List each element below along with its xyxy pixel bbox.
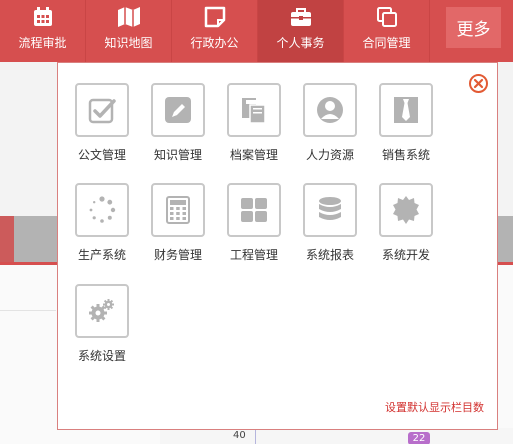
copy-icon xyxy=(374,4,400,30)
loading-icon xyxy=(75,183,129,237)
tile-label: 公文管理 xyxy=(77,148,126,162)
note-icon xyxy=(202,4,228,30)
tile-finance-management[interactable]: 财务管理 xyxy=(140,183,216,262)
tile-document-management[interactable]: 公文管理 xyxy=(64,83,140,162)
top-nav: 流程审批 知识地图 行政办公 个人事务 合同管理 xyxy=(0,0,513,62)
background-chart xyxy=(160,428,513,444)
set-default-columns-link[interactable]: 设置默认显示栏目数 xyxy=(385,399,484,415)
tile-sales-system[interactable]: 销售系统 xyxy=(368,83,444,162)
nav-label: 个人事务 xyxy=(276,36,325,50)
calculator-icon xyxy=(151,183,205,237)
more-button[interactable]: 更多 xyxy=(446,7,501,48)
close-icon[interactable] xyxy=(468,73,489,94)
checkbox-icon xyxy=(75,83,129,137)
database-icon xyxy=(303,183,357,237)
tile-label: 档案管理 xyxy=(229,148,278,162)
tile-label: 系统报表 xyxy=(305,248,354,262)
briefcase-icon xyxy=(288,4,314,30)
tile-engineering-management[interactable]: 工程管理 xyxy=(216,183,292,262)
map-icon xyxy=(116,4,142,30)
background-divider xyxy=(0,310,56,311)
tile-human-resources[interactable]: 人力资源 xyxy=(292,83,368,162)
nav-item-personal-affairs[interactable]: 个人事务 xyxy=(258,0,344,62)
documents-icon xyxy=(227,83,281,137)
more-dropdown-panel: 公文管理 知识管理 档案管理 人力资源 销售系统 生产系统 财务管理 工程管理 … xyxy=(57,62,498,430)
edit-icon xyxy=(151,83,205,137)
nav-item-admin-office[interactable]: 行政办公 xyxy=(172,0,258,62)
nav-item-approval[interactable]: 流程审批 xyxy=(0,0,86,62)
tile-label: 生产系统 xyxy=(77,248,126,262)
nav-label: 知识地图 xyxy=(104,36,153,50)
nav-label: 行政办公 xyxy=(190,36,239,50)
gears-icon xyxy=(75,284,129,338)
tie-icon xyxy=(379,83,433,137)
nav-label: 流程审批 xyxy=(18,36,67,50)
user-icon xyxy=(303,83,357,137)
badge-icon xyxy=(379,183,433,237)
tile-label: 销售系统 xyxy=(381,148,430,162)
chart-data-badge: 22 xyxy=(408,432,430,444)
chart-axis-label: 40 xyxy=(233,430,246,441)
tile-label: 系统开发 xyxy=(381,248,430,262)
nav-item-contract[interactable]: 合同管理 xyxy=(344,0,430,62)
grid-icon xyxy=(227,183,281,237)
tile-label: 知识管理 xyxy=(153,148,202,162)
tile-system-reports[interactable]: 系统报表 xyxy=(292,183,368,262)
tile-system-development[interactable]: 系统开发 xyxy=(368,183,444,262)
tile-label: 财务管理 xyxy=(153,248,202,262)
chart-axis-line xyxy=(255,428,256,444)
nav-label: 合同管理 xyxy=(362,36,411,50)
tile-label: 工程管理 xyxy=(229,248,278,262)
tile-production-system[interactable]: 生产系统 xyxy=(64,183,140,262)
tile-label: 系统设置 xyxy=(77,349,126,363)
tile-archive-management[interactable]: 档案管理 xyxy=(216,83,292,162)
background-band-accent xyxy=(0,216,14,262)
calendar-icon xyxy=(30,4,56,30)
nav-item-knowledge-map[interactable]: 知识地图 xyxy=(86,0,172,62)
tile-label: 人力资源 xyxy=(305,148,354,162)
tile-knowledge-management[interactable]: 知识管理 xyxy=(140,83,216,162)
tile-system-settings[interactable]: 系统设置 xyxy=(64,284,140,363)
